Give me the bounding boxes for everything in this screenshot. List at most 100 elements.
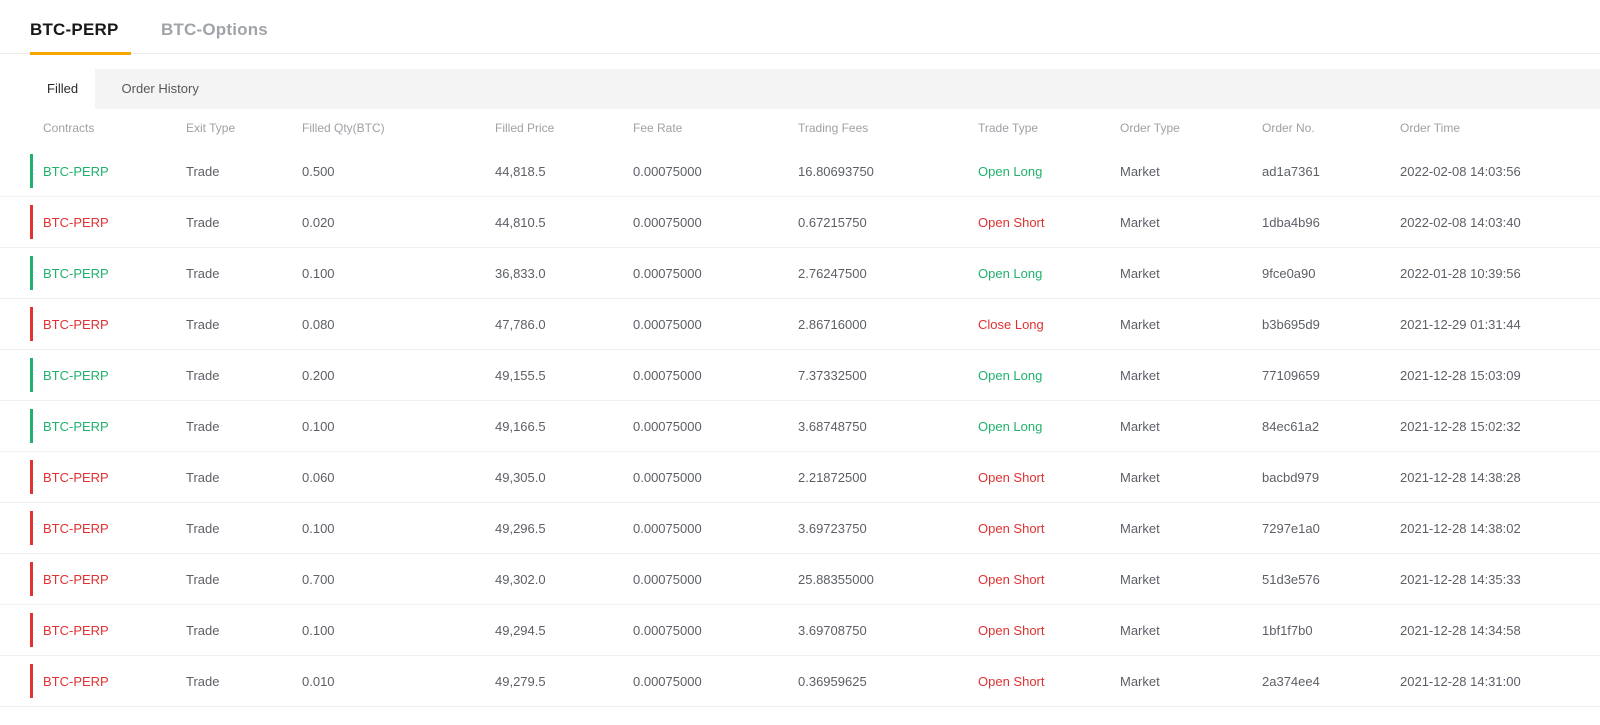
table-row: BTC-PERP Trade 0.060 49,305.0 0.00075000… (0, 452, 1600, 503)
trade-side-indicator-bar (30, 562, 33, 596)
order-type-value: Market (1120, 316, 1160, 332)
order-type-value: Market (1120, 163, 1160, 179)
column-header-order-time: Order Time (1400, 120, 1461, 135)
order-type-value: Market (1120, 622, 1160, 638)
contract-name: BTC-PERP (43, 265, 109, 281)
exit-type-value: Trade (186, 673, 220, 689)
trade-side-indicator-bar (30, 358, 33, 392)
order-time-value: 2022-01-28 10:39:56 (1400, 265, 1521, 281)
trade-side-indicator-bar (30, 664, 33, 698)
order-time-value: 2021-12-28 14:35:33 (1400, 571, 1521, 587)
exit-type-value: Trade (186, 367, 220, 383)
fee-rate-value: 0.00075000 (633, 571, 702, 587)
trade-side-indicator-bar (30, 154, 33, 188)
filled-price-value: 49,166.5 (495, 418, 546, 434)
exit-type-value: Trade (186, 418, 220, 434)
order-no-value: 9fce0a90 (1262, 265, 1316, 281)
filled-price-value: 49,305.0 (495, 469, 546, 485)
column-header-trade-type: Trade Type (978, 120, 1039, 135)
order-time-value: 2021-12-28 14:38:28 (1400, 469, 1521, 485)
filled-price-value: 49,296.5 (495, 520, 546, 536)
table-row: BTC-PERP Trade 0.080 47,786.0 0.00075000… (0, 299, 1600, 350)
order-time-value: 2021-12-28 15:03:09 (1400, 367, 1521, 383)
fee-rate-value: 0.00075000 (633, 469, 702, 485)
fee-rate-value: 0.00075000 (633, 367, 702, 383)
fee-rate-value: 0.00075000 (633, 418, 702, 434)
exit-type-value: Trade (186, 265, 220, 281)
column-header-order-no: Order No. (1262, 120, 1315, 135)
order-type-value: Market (1120, 214, 1160, 230)
order-time-value: 2021-12-29 01:31:44 (1400, 316, 1521, 332)
trade-side-indicator-bar (30, 409, 33, 443)
table-row: BTC-PERP Trade 0.100 49,166.5 0.00075000… (0, 401, 1600, 452)
exit-type-value: Trade (186, 520, 220, 536)
trade-type-value: Open Short (978, 622, 1045, 638)
filled-price-value: 49,279.5 (495, 673, 546, 689)
fee-rate-value: 0.00075000 (633, 673, 702, 689)
contract-tab-bar: BTC-PERP BTC-Options (0, 0, 1600, 55)
trade-side-indicator-bar (30, 256, 33, 290)
filled-price-value: 47,786.0 (495, 316, 546, 332)
order-type-value: Market (1120, 520, 1160, 536)
contract-name: BTC-PERP (43, 367, 109, 383)
filled-qty-value: 0.080 (302, 316, 335, 332)
fee-rate-value: 0.00075000 (633, 316, 702, 332)
order-no-value: 2a374ee4 (1262, 673, 1320, 689)
trade-side-indicator-bar (30, 511, 33, 545)
fee-rate-value: 0.00075000 (633, 214, 702, 230)
trade-type-value: Close Long (978, 316, 1044, 332)
trading-fees-value: 3.69723750 (798, 520, 867, 536)
trading-fees-value: 0.67215750 (798, 214, 867, 230)
exit-type-value: Trade (186, 622, 220, 638)
tab-btc-options[interactable]: BTC-Options (161, 14, 274, 55)
filled-qty-value: 0.100 (302, 418, 335, 434)
table-row: BTC-PERP Trade 0.100 49,296.5 0.00075000… (0, 503, 1600, 554)
column-header-contracts: Contracts (43, 120, 95, 135)
trade-type-value: Open Short (978, 469, 1045, 485)
tab-btc-perp[interactable]: BTC-PERP (30, 14, 131, 55)
order-no-value: ad1a7361 (1262, 163, 1320, 179)
order-type-value: Market (1120, 367, 1160, 383)
filled-qty-value: 0.100 (302, 520, 335, 536)
table-row: BTC-PERP Trade 0.200 49,155.5 0.00075000… (0, 350, 1600, 401)
contract-name: BTC-PERP (43, 316, 109, 332)
order-no-value: 84ec61a2 (1262, 418, 1320, 434)
trading-fees-value: 2.76247500 (798, 265, 867, 281)
fee-rate-value: 0.00075000 (633, 622, 702, 638)
filled-price-value: 49,294.5 (495, 622, 546, 638)
column-header-exit-type: Exit Type (186, 120, 236, 135)
table-row: BTC-PERP Trade 0.700 49,302.0 0.00075000… (0, 554, 1600, 605)
order-no-value: bacbd979 (1262, 469, 1320, 485)
filled-qty-value: 0.100 (302, 622, 335, 638)
trade-side-indicator-bar (30, 307, 33, 341)
column-header-filled-price: Filled Price (495, 120, 555, 135)
order-view-tab-bar: Filled Order History (30, 69, 1600, 109)
order-no-value: b3b695d9 (1262, 316, 1320, 332)
trade-type-value: Open Long (978, 367, 1043, 383)
trade-type-value: Open Short (978, 520, 1045, 536)
order-time-value: 2021-12-28 15:02:32 (1400, 418, 1521, 434)
filled-qty-value: 0.020 (302, 214, 335, 230)
trading-fees-value: 0.36959625 (798, 673, 867, 689)
column-header-order-type: Order Type (1120, 120, 1180, 135)
exit-type-value: Trade (186, 469, 220, 485)
order-type-value: Market (1120, 469, 1160, 485)
order-no-value: 1bf1f7b0 (1262, 622, 1313, 638)
subtab-order-history[interactable]: Order History (100, 69, 221, 109)
fee-rate-value: 0.00075000 (633, 520, 702, 536)
filled-price-value: 44,818.5 (495, 163, 546, 179)
trade-type-value: Open Short (978, 673, 1045, 689)
contract-name: BTC-PERP (43, 214, 109, 230)
contract-name: BTC-PERP (43, 520, 109, 536)
trading-fees-value: 2.86716000 (798, 316, 867, 332)
trading-fees-value: 16.80693750 (798, 163, 874, 179)
column-header-fee-rate: Fee Rate (633, 120, 683, 135)
contract-name: BTC-PERP (43, 673, 109, 689)
trading-fees-value: 3.68748750 (798, 418, 867, 434)
trade-side-indicator-bar (30, 205, 33, 239)
column-header-filled-qty: Filled Qty(BTC) (302, 120, 385, 135)
order-time-value: 2021-12-28 14:34:58 (1400, 622, 1521, 638)
contract-name: BTC-PERP (43, 469, 109, 485)
order-type-value: Market (1120, 571, 1160, 587)
subtab-filled[interactable]: Filled (30, 69, 96, 109)
